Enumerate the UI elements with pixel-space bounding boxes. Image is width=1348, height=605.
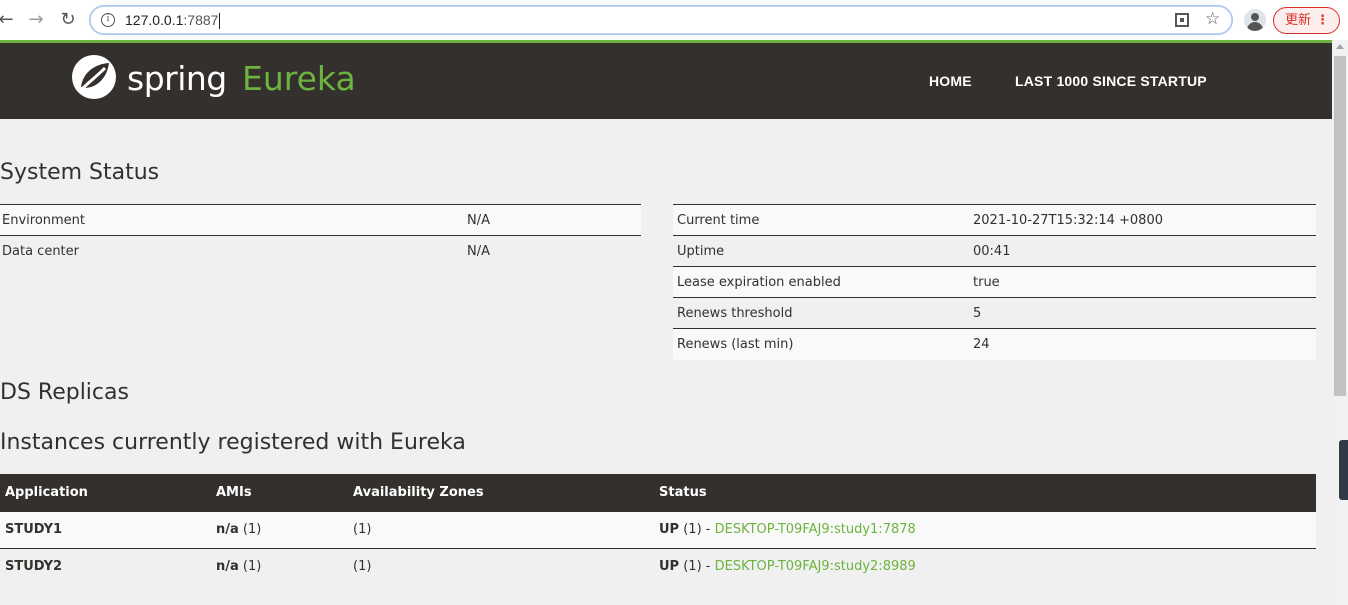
status-cell: UP (1) - DESKTOP-T09FAJ9:study1:7878 [654,510,1316,548]
status-key: Data center [0,235,465,267]
spring-leaf-icon [72,55,116,99]
instance-link[interactable]: DESKTOP-T09FAJ9:study1:7878 [715,522,916,537]
back-arrow-icon[interactable]: ← [0,8,18,32]
instances-table: Application AMIs Availability Zones Stat… [0,474,1316,585]
status-value: N/A [465,204,641,236]
table-row: STUDY2 n/a (1) (1) UP (1) - DESKTOP-T09F… [0,547,1316,585]
table-row: Data center N/A [0,235,641,267]
reload-icon[interactable]: ↻ [56,8,80,32]
ami-cell: n/a (1) [211,510,348,548]
table-row: STUDY1 n/a (1) (1) UP (1) - DESKTOP-T09F… [0,510,1316,548]
application-name: STUDY1 [0,510,211,548]
scroll-up-arrow-icon[interactable] [1336,44,1344,49]
ami-value: n/a [216,559,239,575]
qr-code-icon[interactable] [1175,13,1189,27]
table-row: Lease expiration enabled true [673,266,1316,298]
system-status-heading: System Status [0,160,160,185]
status-count: (1) - [683,522,711,537]
status-key: Renews threshold [673,297,971,329]
status-up: UP [659,522,680,537]
status-value: 00:41 [971,235,1316,267]
browser-toolbar: ← → ↻ i 127.0.0.1:7887 ☆ 更新 ⋮ [0,0,1348,40]
url-port: :7887 [183,12,219,28]
ami-value: n/a [216,522,239,537]
zones-cell: (1) [348,510,654,548]
ami-count: (1) [242,559,262,575]
table-row: Renews threshold 5 [673,297,1316,329]
url-host: 127.0.0.1 [125,12,184,28]
status-key: Renews (last min) [673,328,971,360]
side-panel-handle[interactable] [1339,440,1348,500]
logo-eureka-text: Eureka [242,59,356,98]
table-row: Environment N/A [0,204,641,236]
status-key: Uptime [673,235,971,267]
url-text[interactable]: 127.0.0.1:7887 [125,12,221,30]
update-button[interactable]: 更新 ⋮ [1273,7,1340,34]
table-row: Renews (last min) 24 [673,328,1316,360]
status-key: Environment [0,204,465,236]
status-count: (1) - [683,559,711,575]
update-label: 更新 [1285,13,1312,28]
status-key: Current time [673,204,971,236]
status-value: 5 [971,297,1316,329]
column-header: Availability Zones [348,474,654,511]
status-key: Lease expiration enabled [673,266,971,298]
forward-arrow-icon[interactable]: → [24,8,48,32]
bookmark-star-icon[interactable]: ☆ [1205,9,1220,29]
status-value: N/A [465,235,641,267]
table-header-row: Application AMIs Availability Zones Stat… [0,474,1316,511]
application-name: STUDY2 [0,547,211,585]
instances-heading: Instances currently registered with Eure… [0,430,466,455]
column-header: Status [654,474,1316,511]
status-value: true [971,266,1316,298]
logo-spring-text: spring [127,59,227,98]
address-bar[interactable]: i 127.0.0.1:7887 ☆ [90,6,1232,34]
menu-dots-icon: ⋮ [1316,13,1329,28]
navbar: spring Eureka HOME LAST 1000 SINCE START… [0,43,1332,119]
nav-home-link[interactable]: HOME [929,73,972,89]
system-status-left-table: Environment N/A Data center N/A [0,204,641,267]
column-header: AMIs [211,474,348,511]
ami-count: (1) [242,522,262,537]
status-up: UP [659,559,680,575]
ds-replicas-heading: DS Replicas [0,380,129,405]
status-value: 24 [971,328,1316,360]
table-row: Uptime 00:41 [673,235,1316,267]
scrollbar-thumb[interactable] [1334,56,1346,396]
zones-cell: (1) [348,547,654,585]
table-row: Current time 2021-10-27T15:32:14 +0800 [673,204,1316,236]
system-status-right-table: Current time 2021-10-27T15:32:14 +0800 U… [673,204,1316,360]
nav-last-1000-link[interactable]: LAST 1000 SINCE STARTUP [1015,73,1207,89]
instance-link[interactable]: DESKTOP-T09FAJ9:study2:8989 [715,559,916,574]
text-caret [219,13,221,30]
ami-cell: n/a (1) [211,547,348,585]
profile-avatar-icon[interactable] [1244,9,1266,31]
column-header: Application [0,474,211,511]
info-icon[interactable]: i [101,13,115,27]
status-cell: UP (1) - DESKTOP-T09FAJ9:study2:8989 [654,547,1316,585]
status-value: 2021-10-27T15:32:14 +0800 [971,204,1316,236]
